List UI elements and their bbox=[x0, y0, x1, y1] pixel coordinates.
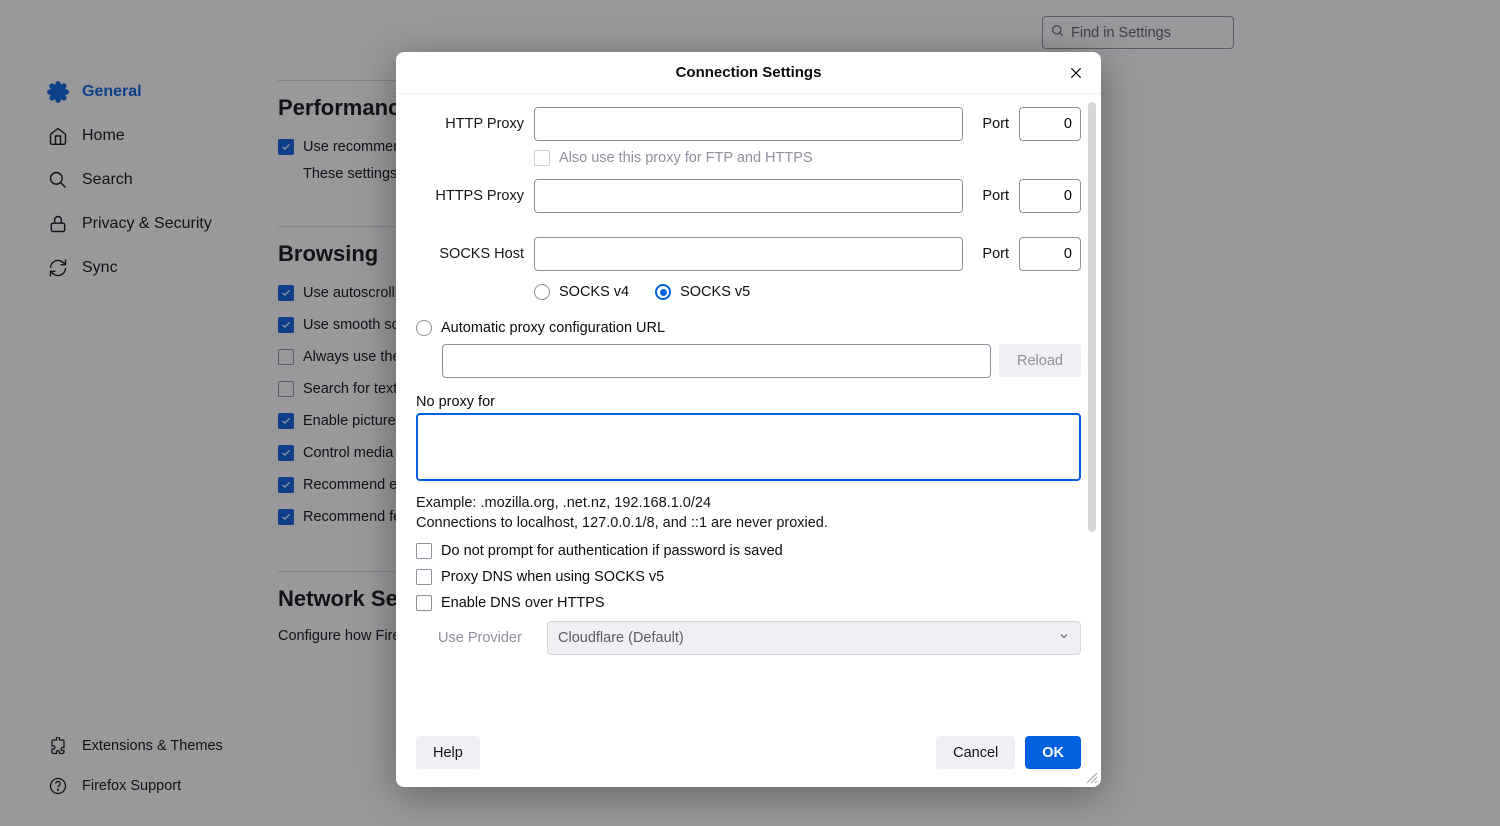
noproxy-example: Example: .mozilla.org, .net.nz, 192.168.… bbox=[416, 485, 1081, 513]
dialog-title: Connection Settings bbox=[396, 52, 1101, 94]
noproxy-note: Connections to localhost, 127.0.0.1/8, a… bbox=[416, 513, 1081, 533]
doh-checkbox[interactable] bbox=[416, 595, 432, 611]
provider-select[interactable]: Cloudflare (Default) bbox=[547, 621, 1081, 655]
doh-label: Enable DNS over HTTPS bbox=[441, 595, 605, 611]
proxy-dns-label: Proxy DNS when using SOCKS v5 bbox=[441, 569, 664, 585]
https-proxy-input[interactable] bbox=[534, 179, 963, 213]
socks-host-input[interactable] bbox=[534, 237, 963, 271]
cancel-button[interactable]: Cancel bbox=[936, 736, 1015, 769]
http-proxy-input[interactable] bbox=[534, 107, 963, 141]
port-label: Port bbox=[973, 246, 1009, 262]
pac-radio[interactable]: Automatic proxy configuration URL bbox=[416, 316, 1081, 340]
noproxy-textarea[interactable] bbox=[416, 413, 1081, 481]
socks-host-label: SOCKS Host bbox=[416, 246, 524, 262]
http-port-input[interactable] bbox=[1019, 107, 1081, 141]
close-icon[interactable] bbox=[1065, 62, 1087, 84]
also-use-label: Also use this proxy for FTP and HTTPS bbox=[559, 150, 813, 166]
port-label: Port bbox=[973, 116, 1009, 132]
https-port-input[interactable] bbox=[1019, 179, 1081, 213]
reload-button[interactable]: Reload bbox=[999, 344, 1081, 377]
help-button[interactable]: Help bbox=[416, 736, 480, 769]
socks-port-input[interactable] bbox=[1019, 237, 1081, 271]
proxy-dns-checkbox[interactable] bbox=[416, 569, 432, 585]
provider-label: Use Provider bbox=[438, 630, 533, 646]
also-use-checkbox[interactable] bbox=[534, 150, 550, 166]
socks-v4-radio[interactable]: SOCKS v4 bbox=[534, 280, 629, 304]
http-proxy-label: HTTP Proxy bbox=[416, 116, 524, 132]
pac-url-input[interactable] bbox=[442, 344, 991, 378]
no-auth-prompt-checkbox[interactable] bbox=[416, 543, 432, 559]
https-proxy-label: HTTPS Proxy bbox=[416, 188, 524, 204]
ok-button[interactable]: OK bbox=[1025, 736, 1081, 769]
no-auth-prompt-label: Do not prompt for authentication if pass… bbox=[441, 543, 783, 559]
scrollbar[interactable] bbox=[1085, 102, 1099, 716]
socks-v5-radio[interactable]: SOCKS v5 bbox=[655, 280, 750, 304]
resize-handle[interactable] bbox=[1084, 770, 1098, 784]
chevron-down-icon bbox=[1058, 630, 1070, 646]
noproxy-label: No proxy for bbox=[416, 388, 1081, 413]
connection-settings-dialog: Connection Settings HTTP Proxy Port Also… bbox=[396, 52, 1101, 787]
port-label: Port bbox=[973, 188, 1009, 204]
